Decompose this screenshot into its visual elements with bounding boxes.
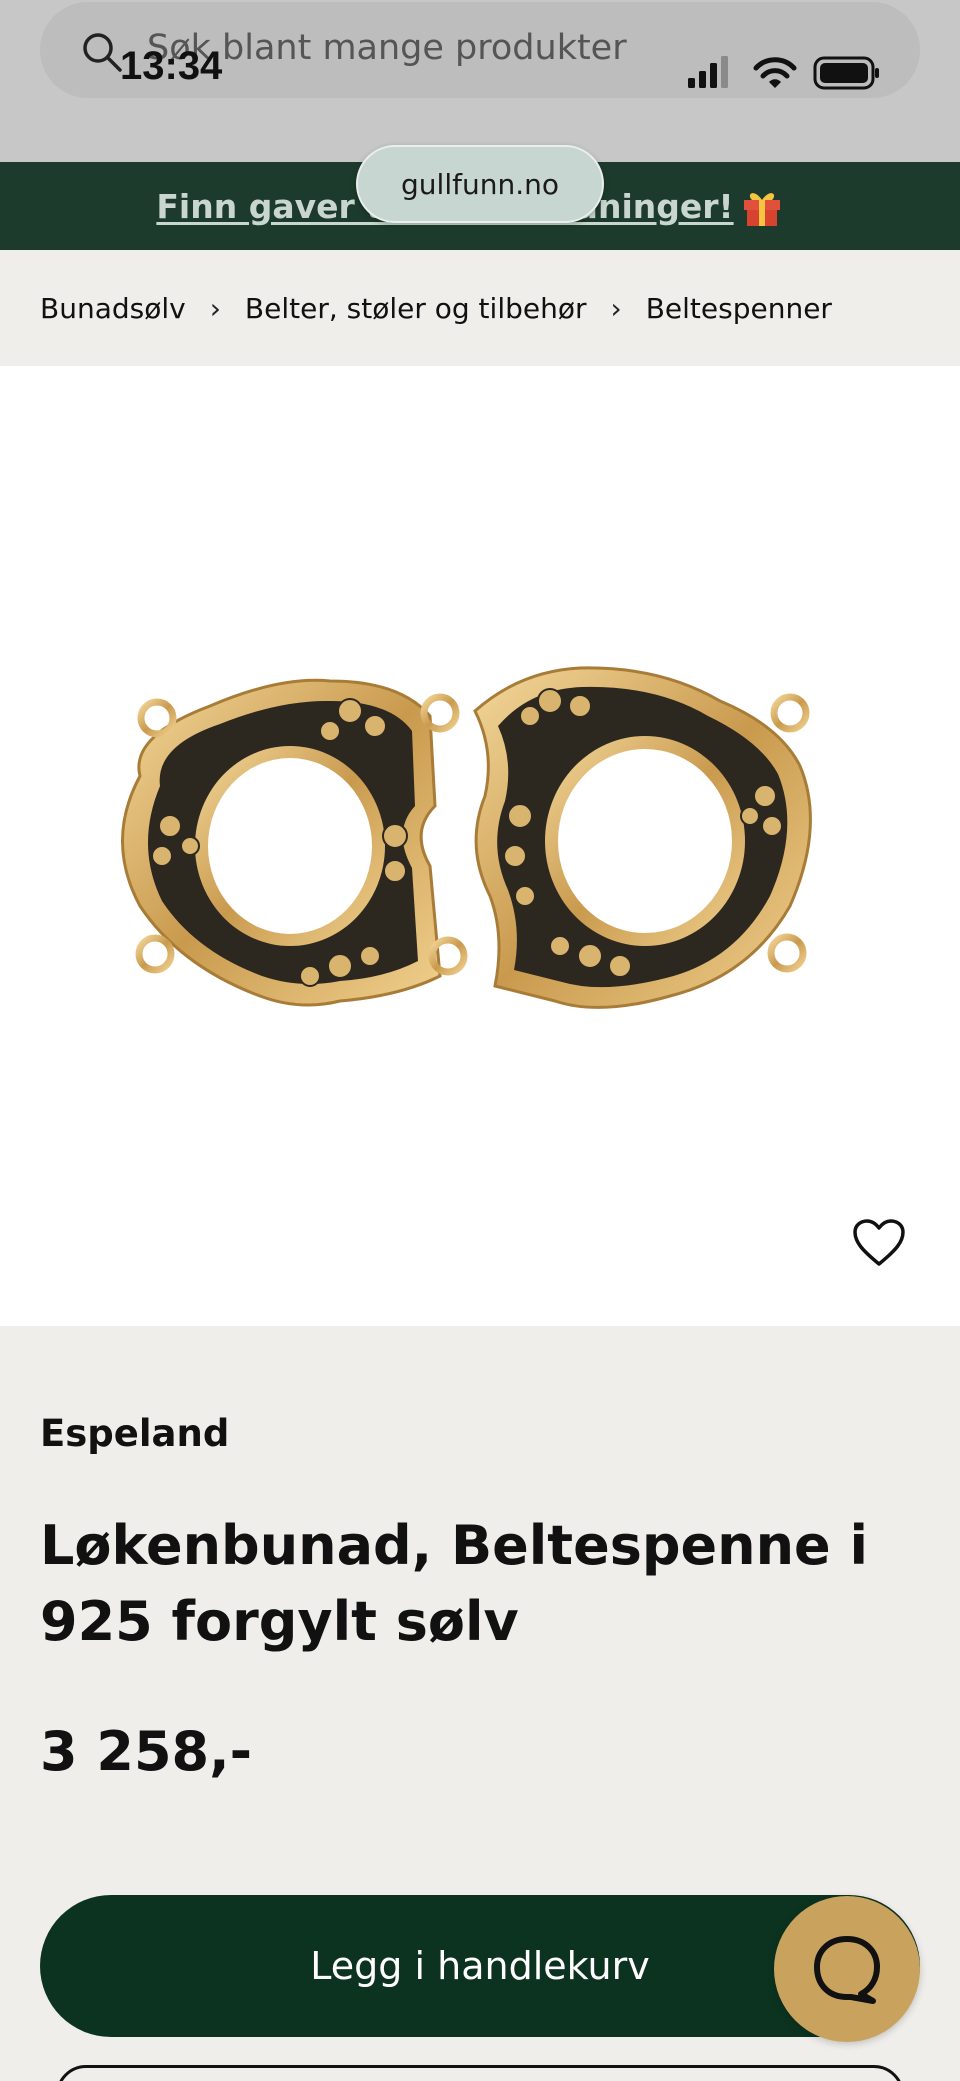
status-time: 13:34 xyxy=(120,44,223,88)
breadcrumb-item-beltespenner[interactable]: Beltespenner xyxy=(646,292,832,325)
battery-icon xyxy=(813,56,879,90)
chevron-right-icon: › xyxy=(610,291,622,325)
url-pill[interactable]: gullfunn.no xyxy=(356,145,604,223)
chat-button[interactable] xyxy=(774,1896,920,2042)
belt-buckle-image xyxy=(121,666,812,1009)
top-header: Søk blant mange produkter 13:34 xyxy=(0,0,960,162)
search-icon xyxy=(83,33,122,72)
heart-icon[interactable] xyxy=(852,1218,906,1268)
product-image[interactable] xyxy=(0,366,960,1326)
chat-icon xyxy=(814,1936,880,2004)
product-brand[interactable]: Espeland xyxy=(40,1412,229,1455)
status-icons xyxy=(688,56,879,90)
signal-icon xyxy=(688,56,728,88)
product-title: Løkenbunad, Beltespenne i 925 forgylt sø… xyxy=(40,1514,868,1653)
breadcrumb-item-bunadsolv[interactable]: Bunadsølv xyxy=(40,292,186,325)
secondary-button[interactable] xyxy=(56,2065,904,2081)
chevron-right-icon: › xyxy=(209,291,221,325)
wifi-icon xyxy=(753,57,797,88)
breadcrumb-item-belter[interactable]: Belter, støler og tilbehør xyxy=(245,292,587,325)
breadcrumb: Bunadsølv › Belter, støler og tilbehør ›… xyxy=(0,250,960,366)
product-price: 3 258,- xyxy=(40,1720,253,1783)
gift-icon xyxy=(743,193,780,226)
